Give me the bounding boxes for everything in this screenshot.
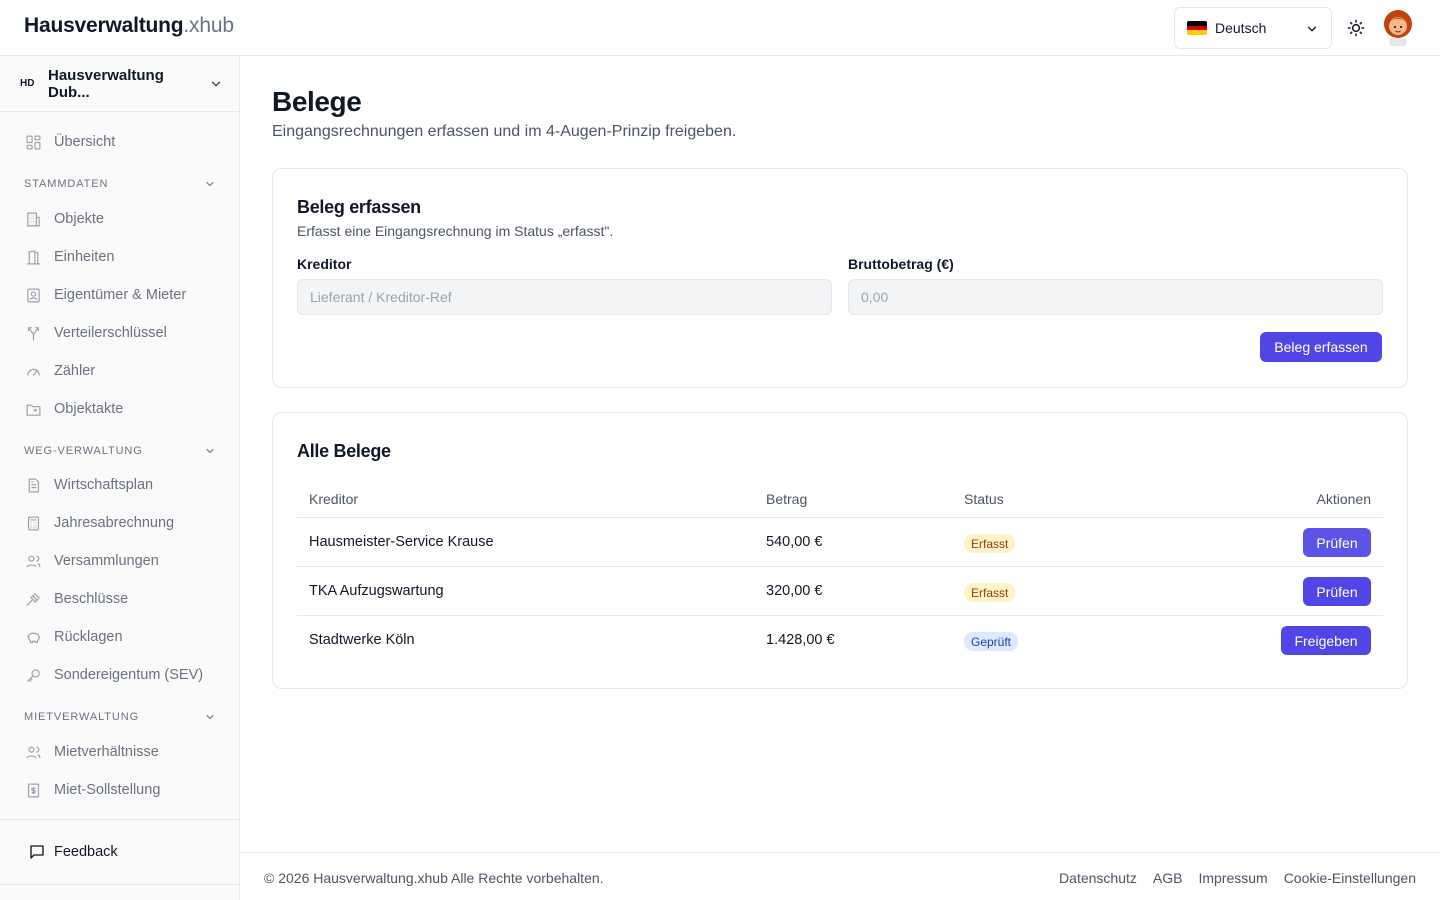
org-name: Hausverwaltung Dub... [48, 66, 164, 101]
sidebar-item-wirtschaftsplan[interactable]: Wirtschaftsplan [24, 473, 153, 497]
org-switcher[interactable]: HD Hausverwaltung Dub... [0, 56, 239, 112]
row-kreditor: Hausmeister-Service Krause [309, 534, 494, 550]
column-header-status: Status [964, 491, 1004, 507]
row-kreditor: TKA Aufzugswartung [309, 583, 444, 599]
message-icon [28, 843, 46, 861]
table-row: Stadtwerke Köln 1.428,00 € Geprüft Freig… [297, 616, 1383, 665]
language-label: Deutsch [1215, 20, 1267, 36]
sidebar-item-zaehler[interactable]: Zähler [24, 359, 95, 383]
split-icon [24, 324, 42, 342]
door-icon [24, 248, 42, 266]
status-badge: Geprüft [964, 632, 1019, 651]
sidebar-item-overview[interactable]: Übersicht [24, 130, 115, 154]
bruttobetrag-label: Bruttobetrag (€) [848, 256, 954, 272]
chevron-down-icon [206, 448, 214, 454]
footer-link-cookie-einstellungen[interactable]: Cookie-Einstellungen [1284, 870, 1416, 886]
table-header: Kreditor Betrag Status Aktionen [297, 479, 1383, 518]
footer-link-datenschutz[interactable]: Datenschutz [1059, 870, 1137, 886]
footer: © 2026 Hausverwaltung.xhub Alle Rechte v… [240, 852, 1440, 900]
sidebar-item-verteilerschluessel[interactable]: Verteilerschlüssel [24, 321, 167, 345]
document-icon [24, 476, 42, 494]
gauge-icon [24, 362, 42, 380]
section-stammdaten[interactable]: STAMMDATEN [24, 176, 216, 192]
calculator-icon [24, 514, 42, 532]
top-bar: Hausverwaltung.xhub Deutsch [0, 0, 1440, 56]
sidebar-item-sondereigentum[interactable]: Sondereigentum (SEV) [24, 663, 203, 687]
feedback-area: Feedback [0, 819, 239, 885]
contact-icon [24, 286, 42, 304]
table-row: TKA Aufzugswartung 320,00 € Erfasst Prüf… [297, 567, 1383, 616]
org-badge: HD [20, 78, 35, 89]
building-icon [24, 210, 42, 228]
invoice-icon [24, 781, 42, 799]
sun-icon [1347, 19, 1365, 37]
key-icon [24, 666, 42, 684]
card-description: Erfasst eine Eingangsrechnung im Status … [297, 223, 614, 239]
table-row: Hausmeister-Service Krause 540,00 € Erfa… [297, 518, 1383, 567]
page-title: Belege [272, 86, 362, 117]
bruttobetrag-input[interactable] [848, 279, 1383, 315]
alle-belege-card: Alle Belege Kreditor Betrag Status Aktio… [272, 412, 1408, 689]
theme-toggle-button[interactable] [1344, 16, 1368, 40]
language-select[interactable]: Deutsch [1174, 7, 1332, 49]
sidebar-item-versammlungen[interactable]: Versammlungen [24, 549, 159, 573]
sidebar-item-mietverhaeltnisse[interactable]: Mietverhältnisse [24, 740, 159, 764]
row-kreditor: Stadtwerke Köln [309, 632, 415, 648]
chevron-down-icon [1307, 26, 1317, 32]
row-betrag: 1.428,00 € [766, 632, 835, 648]
feedback-button[interactable]: Feedback [28, 843, 118, 861]
users-icon [24, 552, 42, 570]
pruefen-button[interactable]: Prüfen [1303, 528, 1371, 557]
column-header-aktionen: Aktionen [1316, 491, 1371, 507]
sidebar-item-jahresabrechnung[interactable]: Jahresabrechnung [24, 511, 174, 535]
beleg-erfassen-button[interactable]: Beleg erfassen [1260, 332, 1382, 362]
footer-links: Datenschutz AGB Impressum Cookie-Einstel… [1059, 870, 1416, 886]
sidebar-item-miet-sollstellung[interactable]: Miet-Sollstellung [24, 778, 160, 802]
chevron-down-icon [211, 81, 221, 86]
page-subtitle: Eingangsrechnungen erfassen und im 4-Aug… [272, 123, 737, 140]
gavel-icon [24, 590, 42, 608]
section-weg-verwaltung[interactable]: WEG-VERWALTUNG [24, 443, 216, 459]
beleg-erfassen-card: Beleg erfassen Erfasst eine Eingangsrech… [272, 168, 1408, 388]
kreditor-input[interactable] [297, 279, 832, 315]
sidebar-item-einheiten[interactable]: Einheiten [24, 245, 114, 269]
card-title: Beleg erfassen [297, 197, 421, 217]
brand-logo[interactable]: Hausverwaltung.xhub [24, 14, 234, 38]
sidebar-item-ruecklagen[interactable]: Rücklagen [24, 625, 123, 649]
folder-icon [24, 400, 42, 418]
sidebar: HD Hausverwaltung Dub... Übersicht STAMM… [0, 56, 240, 900]
status-badge: Erfasst [964, 583, 1016, 602]
chevron-down-icon [206, 714, 214, 720]
freigeben-button[interactable]: Freigeben [1281, 626, 1371, 655]
column-header-kreditor: Kreditor [309, 491, 359, 507]
belege-table: Kreditor Betrag Status Aktionen Hausmeis… [297, 479, 1383, 665]
piggy-bank-icon [24, 628, 42, 646]
row-betrag: 320,00 € [766, 583, 823, 599]
footer-link-impressum[interactable]: Impressum [1198, 870, 1267, 886]
sidebar-item-objekte[interactable]: Objekte [24, 207, 104, 231]
card-title: Alle Belege [297, 441, 391, 461]
german-flag-icon [1187, 21, 1207, 35]
user-avatar[interactable] [1382, 10, 1414, 46]
chevron-down-icon [206, 181, 214, 187]
column-header-betrag: Betrag [766, 491, 808, 507]
dashboard-icon [24, 133, 42, 151]
users-icon [24, 743, 42, 761]
sidebar-item-objektakte[interactable]: Objektakte [24, 397, 123, 421]
sidebar-item-beschluesse[interactable]: Beschlüsse [24, 587, 128, 611]
sidebar-item-eigentuemer-mieter[interactable]: Eigentümer & Mieter [24, 283, 186, 307]
section-mietverwaltung[interactable]: MIETVERWALTUNG [24, 709, 216, 725]
copyright: © 2026 Hausverwaltung.xhub Alle Rechte v… [264, 870, 604, 886]
footer-link-agb[interactable]: AGB [1153, 870, 1183, 886]
kreditor-label: Kreditor [297, 256, 352, 272]
pruefen-button[interactable]: Prüfen [1303, 577, 1371, 606]
row-betrag: 540,00 € [766, 534, 823, 550]
status-badge: Erfasst [964, 534, 1016, 553]
